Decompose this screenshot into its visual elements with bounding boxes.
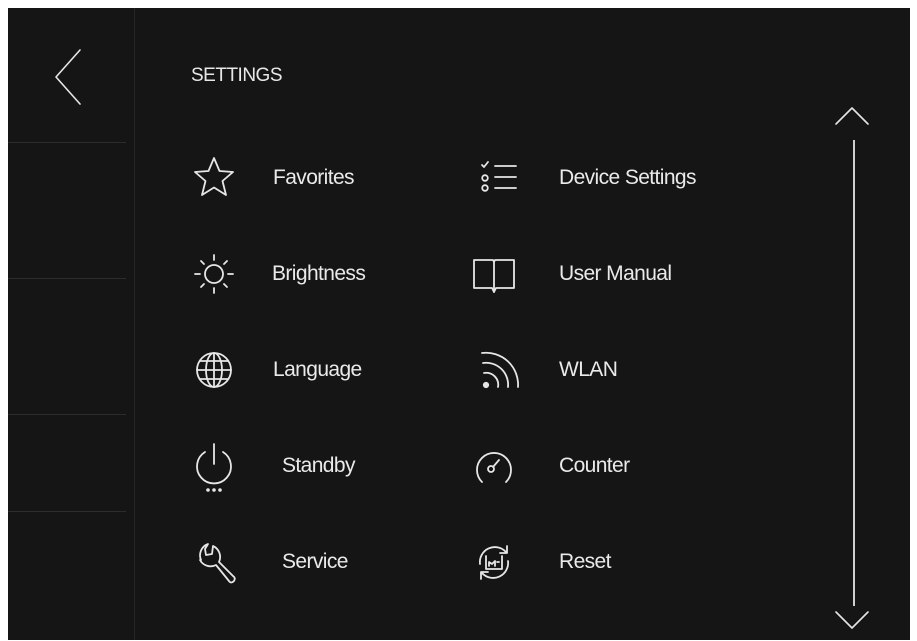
scroll-down-button[interactable] xyxy=(830,604,874,636)
book-icon xyxy=(473,259,515,293)
scroll-up-button[interactable] xyxy=(830,100,874,132)
chevron-up-icon xyxy=(835,107,869,125)
menu-item-brightness[interactable]: Brightness xyxy=(186,246,416,302)
settings-screen: SETTINGS Favorites Brightness Language S… xyxy=(8,8,910,640)
menu-item-label: Reset xyxy=(559,550,611,573)
sidebar xyxy=(8,8,134,640)
menu-item-label: Counter xyxy=(559,454,630,477)
menu-item-user-manual[interactable]: User Manual xyxy=(466,246,716,302)
menu-item-label: Device Settings xyxy=(559,166,697,189)
menu-item-device-settings[interactable]: Device Settings xyxy=(466,150,746,206)
chevron-left-icon xyxy=(55,49,81,105)
sidebar-divider xyxy=(8,278,126,279)
wrench-icon xyxy=(199,543,236,584)
menu-item-service[interactable]: Service xyxy=(186,534,416,590)
menu-item-label: Favorites xyxy=(273,166,355,189)
globe-icon xyxy=(196,352,232,388)
sidebar-divider xyxy=(8,414,126,415)
menu-item-favorites[interactable]: Favorites xyxy=(186,150,406,206)
menu-item-label: WLAN xyxy=(559,358,618,381)
back-button[interactable] xyxy=(42,42,98,112)
checklist-icon xyxy=(481,161,517,192)
sidebar-divider xyxy=(8,511,126,512)
sidebar-divider xyxy=(8,142,126,143)
menu-item-counter[interactable]: Counter xyxy=(466,438,716,494)
menu-item-label: Service xyxy=(282,550,348,573)
sun-icon xyxy=(194,254,234,294)
scrollbar-track[interactable] xyxy=(853,140,855,606)
menu-item-label: Language xyxy=(273,358,362,381)
menu-item-label: User Manual xyxy=(559,262,672,285)
wifi-icon xyxy=(481,351,519,389)
gauge-icon xyxy=(476,452,512,483)
page-title: SETTINGS xyxy=(191,65,283,86)
menu-item-wlan[interactable]: WLAN xyxy=(466,342,716,398)
power-icon xyxy=(196,443,232,492)
menu-item-label: Brightness xyxy=(272,262,366,285)
chevron-down-icon xyxy=(835,611,869,629)
menu-item-reset[interactable]: Reset xyxy=(466,534,716,590)
star-icon xyxy=(194,157,234,196)
reset-icon xyxy=(479,545,509,580)
menu-item-standby[interactable]: Standby xyxy=(186,438,416,494)
menu-item-language[interactable]: Language xyxy=(186,342,416,398)
sidebar-separator xyxy=(134,8,135,640)
menu-item-label: Standby xyxy=(282,454,355,477)
